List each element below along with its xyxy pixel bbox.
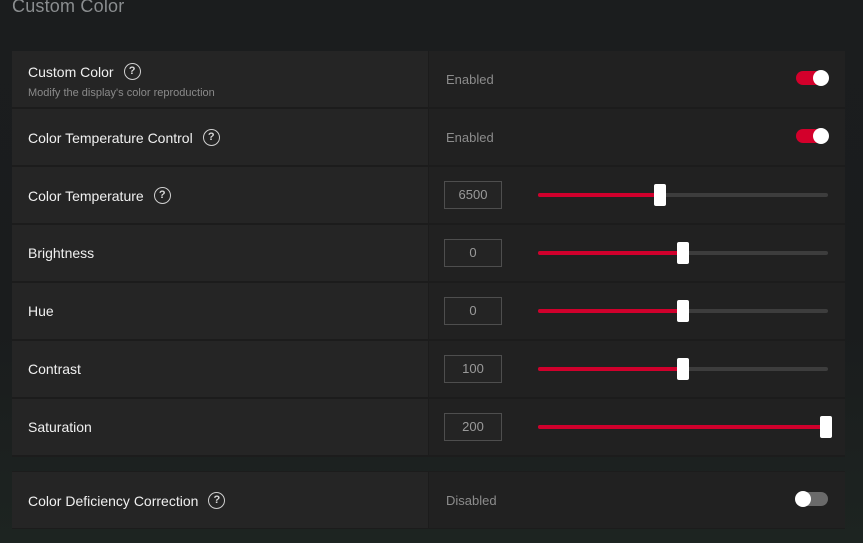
contrast-input[interactable]: 100 [444, 355, 502, 383]
row-color-temperature: Color Temperature ? 6500 [12, 167, 845, 223]
help-circle-icon[interactable]: ? [202, 129, 220, 146]
row-label-color-deficiency-correction: Color Deficiency Correction [28, 492, 199, 509]
row-contrast: Contrast 100 [12, 341, 845, 397]
row-color-temperature-control: Color Temperature Control ? Enabled [12, 109, 845, 165]
toggle-knob [813, 128, 829, 144]
slider-fill [538, 367, 683, 371]
value-cell: Enabled [429, 51, 845, 107]
row-label-custom-color: Custom Color [28, 63, 114, 80]
help-circle-icon[interactable]: ? [123, 63, 141, 80]
saturation-slider[interactable] [538, 416, 832, 438]
hue-input[interactable]: 0 [444, 297, 502, 325]
color-temperature-control-toggle[interactable] [796, 128, 829, 144]
slider-fill [538, 193, 660, 197]
color-temperature-input[interactable]: 6500 [444, 181, 502, 209]
slider-thumb[interactable] [677, 300, 689, 322]
state-text: Enabled [446, 130, 494, 145]
contrast-slider[interactable] [538, 358, 828, 380]
row-brightness: Brightness 0 [12, 225, 845, 281]
state-text: Disabled [446, 493, 497, 508]
help-circle-icon[interactable]: ? [153, 187, 171, 204]
row-hue: Hue 0 [12, 283, 845, 339]
toggle-knob [813, 70, 829, 86]
row-description: Modify the display's color reproduction [28, 87, 215, 99]
saturation-input[interactable]: 200 [444, 413, 502, 441]
slider-thumb[interactable] [653, 184, 666, 206]
row-label-color-temperature: Color Temperature [28, 187, 144, 204]
slider-fill [538, 309, 683, 313]
row-custom-color: Custom Color ? Modify the display's colo… [12, 51, 845, 107]
section-title: Custom Color [12, 0, 125, 16]
row-label-hue: Hue [28, 303, 54, 319]
slider-thumb[interactable] [677, 358, 689, 380]
color-deficiency-correction-toggle[interactable] [795, 491, 828, 507]
custom-color-toggle[interactable] [796, 70, 829, 86]
row-color-deficiency-correction: Color Deficiency Correction ? Disabled [12, 472, 845, 528]
slider-thumb[interactable] [677, 242, 689, 264]
row-label-color-temperature-control: Color Temperature Control [28, 129, 193, 146]
label-cell: Custom Color ? Modify the display's colo… [12, 51, 428, 107]
row-label-saturation: Saturation [28, 419, 92, 435]
row-label-contrast: Contrast [28, 361, 81, 377]
brightness-input[interactable]: 0 [444, 239, 502, 267]
brightness-slider[interactable] [538, 242, 828, 264]
color-deficiency-panel: Color Deficiency Correction ? Disabled [12, 471, 845, 529]
state-text: Enabled [446, 72, 494, 87]
hue-slider[interactable] [538, 300, 828, 322]
row-saturation: Saturation 200 [12, 399, 845, 455]
row-label-brightness: Brightness [28, 245, 95, 261]
slider-fill [538, 251, 683, 255]
toggle-knob [795, 491, 811, 507]
custom-color-panel: Custom Color ? Modify the display's colo… [12, 51, 845, 457]
help-circle-icon[interactable]: ? [208, 492, 226, 509]
color-temperature-slider[interactable] [538, 184, 828, 206]
slider-thumb[interactable] [820, 416, 832, 438]
slider-fill [538, 425, 828, 429]
